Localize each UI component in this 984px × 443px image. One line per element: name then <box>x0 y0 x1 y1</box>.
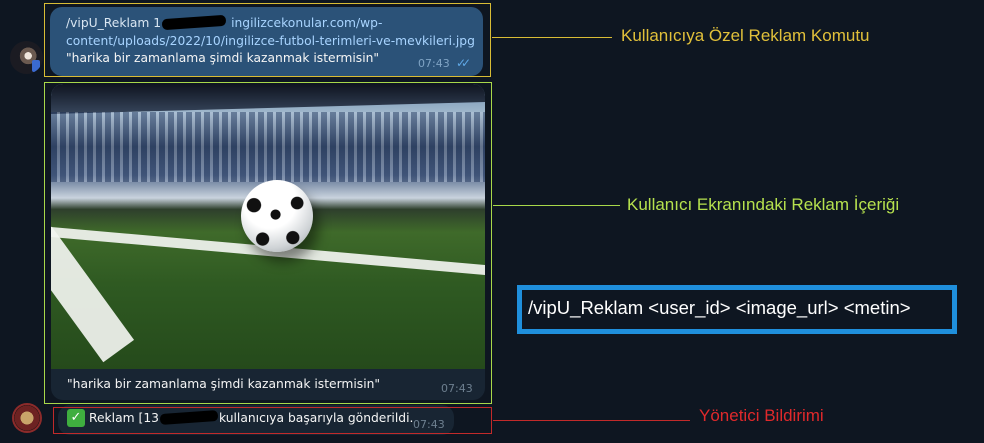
admin-annotation-frame <box>53 407 492 434</box>
admin-annotation-connector <box>493 420 690 421</box>
command-annotation-frame <box>44 3 491 77</box>
command-annotation-label: Kullanıcıya Özel Reklam Komutu <box>621 26 870 45</box>
content-annotation-frame <box>44 82 492 404</box>
command-annotation-connector <box>492 37 612 38</box>
admin-avatar[interactable] <box>12 403 42 433</box>
user-avatar[interactable] <box>10 41 43 74</box>
command-syntax-text: /vipU_Reklam <user_id> <image_url> <meti… <box>528 297 911 318</box>
admin-annotation-label: Yönetici Bildirimi <box>699 406 824 425</box>
content-annotation-connector <box>493 205 620 206</box>
content-annotation-label: Kullanıcı Ekranındaki Reklam İçeriği <box>627 195 900 214</box>
